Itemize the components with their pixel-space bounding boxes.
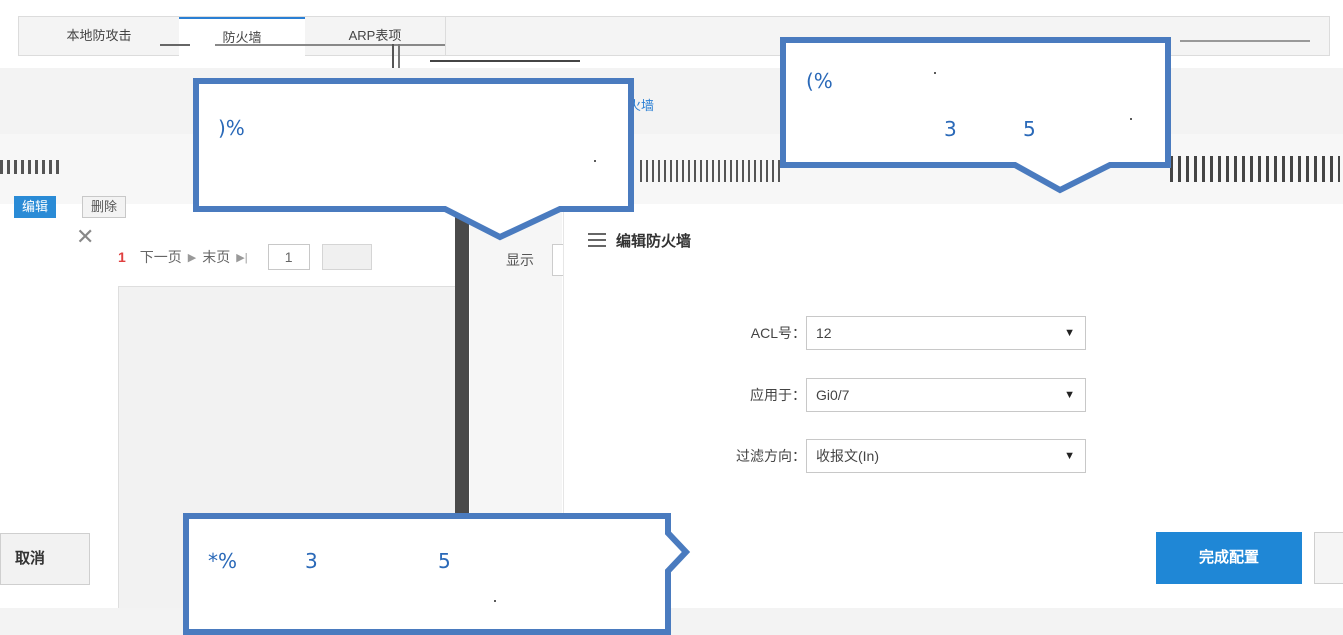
panel-divider[interactable] [455, 200, 469, 520]
go-button[interactable] [321, 244, 372, 270]
list-panel [118, 286, 456, 613]
direction-label: 过滤方向： [736, 448, 806, 464]
acl-value: 12 [816, 325, 832, 341]
delete-button[interactable]: 删除 [82, 196, 127, 218]
callout-top-left-text: )% [218, 116, 245, 140]
close-icon[interactable]: ✕ [76, 226, 94, 248]
apply-to-row: 应用于： Gi0/7 ▼ [564, 378, 1343, 412]
last-page-icon: ▶| [236, 251, 248, 264]
caret-down-icon: ▼ [1064, 389, 1075, 401]
render-artifact [160, 44, 190, 46]
tab-bar: 本地防攻击 防火墙 ARP表项 [18, 16, 1330, 56]
last-page-link[interactable]: 末页 [202, 247, 230, 267]
acl-row: ACL号： 12 ▼ [564, 316, 1343, 350]
callout-bottom-text-b: 3 [305, 549, 318, 573]
direction-value: 收报文(In) [816, 448, 879, 464]
caret-down-icon: ▼ [1064, 327, 1075, 339]
callout-top-right-text: (% [806, 69, 833, 93]
next-page-link[interactable]: 下一页 [140, 247, 182, 267]
callout-top-right-value-a: 3 [944, 117, 957, 141]
next-arrow-icon: ▶ [187, 251, 197, 264]
callout-bottom-text-c: 5 [438, 549, 451, 573]
render-artifact [215, 44, 445, 46]
render-artifact [1170, 156, 1340, 182]
callout-dot [494, 600, 496, 602]
callout-bottom-text-a: *% [208, 549, 238, 573]
callout-top-right-value-b: 5 [1023, 117, 1036, 141]
apply-to-value: Gi0/7 [816, 387, 850, 403]
render-artifact [430, 60, 580, 62]
breadcrumb: 火墙 [0, 68, 1343, 135]
tab-arp-entries[interactable]: ARP表项 [305, 17, 446, 55]
dialog-title: 编辑防火墙 [616, 232, 692, 250]
tab-local-attack-protection[interactable]: 本地防攻击 [19, 17, 179, 55]
direction-row: 过滤方向： 收报文(In) ▼ [564, 439, 1343, 473]
menu-icon [588, 233, 606, 247]
apply-to-select[interactable]: Gi0/7 ▼ [806, 378, 1086, 412]
bottom-strip [0, 608, 1343, 635]
cancel-button[interactable]: 取消 [0, 533, 90, 585]
render-artifact [640, 160, 780, 182]
edit-button[interactable]: 编辑 [14, 196, 57, 218]
current-page-number[interactable]: 1 [118, 249, 126, 265]
page-number-input[interactable]: 1 [267, 244, 310, 270]
finish-config-button[interactable]: 完成配置 [1156, 532, 1302, 584]
secondary-button[interactable] [1314, 532, 1343, 584]
caret-down-icon: ▼ [1064, 450, 1075, 462]
acl-label: ACL号： [750, 325, 806, 341]
callout-dot [1130, 118, 1132, 120]
display-select[interactable] [552, 244, 563, 276]
breadcrumb-firewall-link[interactable]: 火墙 [628, 95, 654, 114]
acl-select[interactable]: 12 ▼ [806, 316, 1086, 350]
display-label: 显示 [506, 252, 534, 268]
edit-firewall-dialog: 编辑防火墙 ACL号： 12 ▼ 应用于： Gi0/7 ▼ 过滤方向： 收报文(… [563, 208, 1343, 608]
callout-dot [594, 160, 596, 162]
dialog-header: 编辑防火墙 [588, 228, 691, 252]
render-artifact [1180, 40, 1310, 42]
direction-select[interactable]: 收报文(In) ▼ [806, 439, 1086, 473]
callout-dot [934, 72, 936, 74]
pagination: 1 下一页 ▶ 末页 ▶| 1 [118, 242, 372, 272]
tab-firewall[interactable]: 防火墙 [179, 17, 305, 56]
render-artifact [0, 160, 60, 174]
render-artifact [340, 188, 450, 212]
apply-to-label: 应用于： [750, 387, 806, 403]
screen: 本地防攻击 防火墙 ARP表项 火墙 编辑 删除 ✕ 1 下一页 ▶ 末页 ▶|… [0, 0, 1343, 635]
